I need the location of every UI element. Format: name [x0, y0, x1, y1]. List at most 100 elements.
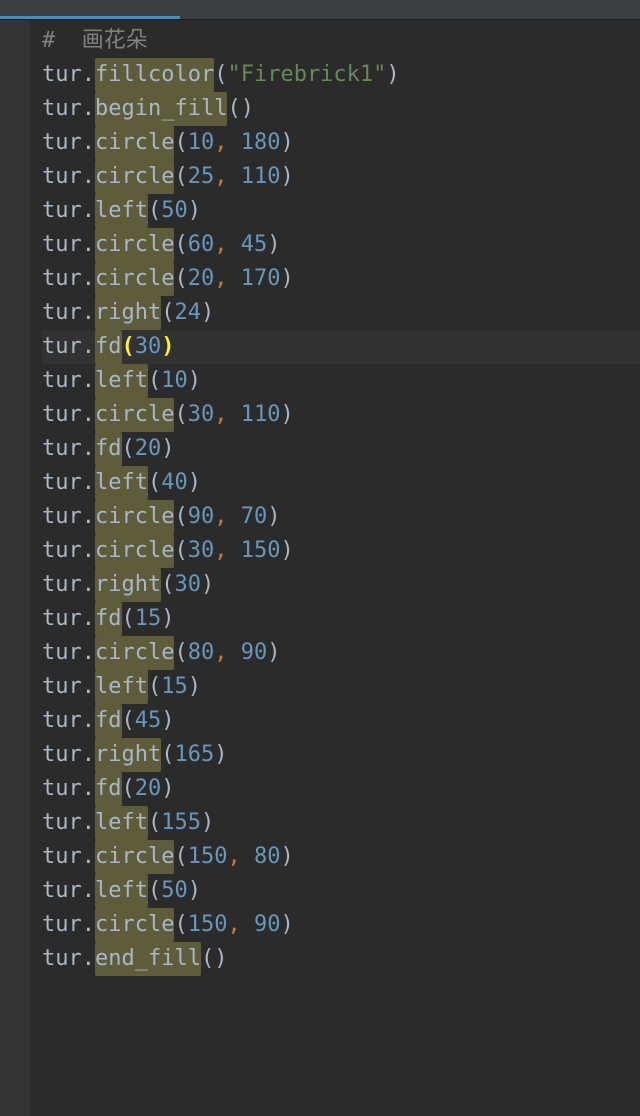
code-line[interactable]: tur.right(24) [42, 296, 640, 330]
string-literal: "Firebrick1" [227, 58, 386, 92]
object-ref: tur [42, 466, 82, 500]
open-paren: ( [174, 840, 187, 874]
method-name: right [95, 738, 161, 772]
number-literal: 70 [241, 500, 268, 534]
close-paren: ) [280, 840, 293, 874]
space [227, 534, 240, 568]
method-name: left [95, 874, 148, 908]
number-literal: 110 [241, 398, 281, 432]
method-name: left [95, 364, 148, 398]
code-line[interactable]: tur.circle(25, 110) [42, 160, 640, 194]
code-line[interactable]: tur.fillcolor("Firebrick1") [42, 58, 640, 92]
dot: . [82, 398, 95, 432]
method-name: circle [95, 500, 174, 534]
number-literal: 20 [188, 262, 215, 296]
editor-tab-bar[interactable] [0, 0, 640, 20]
comment: # 画花朵 [42, 24, 148, 58]
code-line[interactable]: tur.circle(10, 180) [42, 126, 640, 160]
code-line[interactable]: tur.right(30) [42, 568, 640, 602]
open-paren: ( [174, 262, 187, 296]
dot: . [82, 636, 95, 670]
number-literal: 30 [188, 534, 215, 568]
open-paren: ( [174, 500, 187, 534]
code-line[interactable]: tur.left(50) [42, 194, 640, 228]
object-ref: tur [42, 942, 82, 976]
code-line[interactable]: tur.right(165) [42, 738, 640, 772]
method-name: left [95, 806, 148, 840]
code-line[interactable]: tur.end_fill() [42, 942, 640, 976]
code-line[interactable]: tur.circle(30, 150) [42, 534, 640, 568]
method-name: fd [95, 432, 122, 466]
code-line[interactable]: tur.left(10) [42, 364, 640, 398]
code-line[interactable]: # 画花朵 [42, 24, 640, 58]
method-name: fd [95, 602, 122, 636]
code-line[interactable]: tur.fd(20) [42, 772, 640, 806]
code-line[interactable]: tur.circle(30, 110) [42, 398, 640, 432]
code-line[interactable]: tur.fd(30) [42, 330, 640, 364]
method-name: circle [95, 126, 174, 160]
code-line[interactable]: tur.fd(20) [42, 432, 640, 466]
dot: . [82, 296, 95, 330]
method-name: circle [95, 840, 174, 874]
number-literal: 165 [174, 738, 214, 772]
object-ref: tur [42, 704, 82, 738]
close-paren: ) [267, 636, 280, 670]
code-line[interactable]: tur.left(15) [42, 670, 640, 704]
close-paren: ) [386, 58, 399, 92]
code-line[interactable]: tur.circle(80, 90) [42, 636, 640, 670]
number-literal: 150 [241, 534, 281, 568]
code-line[interactable]: tur.fd(45) [42, 704, 640, 738]
method-name: circle [95, 262, 174, 296]
method-name: right [95, 568, 161, 602]
open-paren: ( [148, 806, 161, 840]
open-paren: ( [148, 670, 161, 704]
comma: , [214, 636, 227, 670]
code-line[interactable]: tur.left(155) [42, 806, 640, 840]
method-name: circle [95, 228, 174, 262]
number-literal: 30 [188, 398, 215, 432]
code-area[interactable]: # 画花朵tur.fillcolor("Firebrick1")tur.begi… [30, 20, 640, 1116]
code-line[interactable]: tur.circle(60, 45) [42, 228, 640, 262]
number-literal: 90 [254, 908, 281, 942]
open-paren: ( [122, 432, 135, 466]
method-name: begin_fill [95, 92, 227, 126]
code-line[interactable]: tur.circle(150, 80) [42, 840, 640, 874]
comma: , [214, 160, 227, 194]
dot: . [82, 738, 95, 772]
number-literal: 10 [188, 126, 215, 160]
close-paren: ) [280, 160, 293, 194]
dot: . [82, 806, 95, 840]
comma: , [214, 500, 227, 534]
number-literal: 110 [241, 160, 281, 194]
number-literal: 45 [241, 228, 268, 262]
close-paren: ) [161, 772, 174, 806]
dot: . [82, 194, 95, 228]
dot: . [82, 126, 95, 160]
code-editor[interactable]: # 画花朵tur.fillcolor("Firebrick1")tur.begi… [0, 20, 640, 1116]
close-paren: ) [201, 806, 214, 840]
space [241, 840, 254, 874]
number-literal: 80 [188, 636, 215, 670]
code-line[interactable]: tur.left(40) [42, 466, 640, 500]
method-name: circle [95, 398, 174, 432]
dot: . [82, 466, 95, 500]
close-paren: ) [280, 398, 293, 432]
space [227, 500, 240, 534]
code-line[interactable]: tur.circle(150, 90) [42, 908, 640, 942]
method-name: circle [95, 636, 174, 670]
code-line[interactable]: tur.circle(90, 70) [42, 500, 640, 534]
object-ref: tur [42, 398, 82, 432]
open-paren: ( [161, 296, 174, 330]
code-line[interactable]: tur.circle(20, 170) [42, 262, 640, 296]
dot: . [82, 534, 95, 568]
code-line[interactable]: tur.fd(15) [42, 602, 640, 636]
open-paren: ( [161, 568, 174, 602]
close-paren: ) [161, 602, 174, 636]
code-line[interactable]: tur.left(50) [42, 874, 640, 908]
object-ref: tur [42, 58, 82, 92]
space [227, 160, 240, 194]
number-literal: 15 [161, 670, 188, 704]
code-line[interactable]: tur.begin_fill() [42, 92, 640, 126]
close-paren: ) [267, 500, 280, 534]
close-paren: ) [161, 704, 174, 738]
